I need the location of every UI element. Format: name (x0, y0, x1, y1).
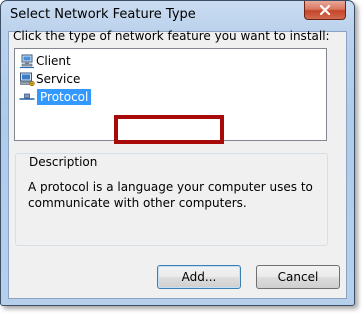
description-legend: Description (27, 155, 100, 169)
protocol-icon (19, 89, 35, 105)
service-icon (19, 71, 35, 87)
add-button[interactable]: Add... (157, 265, 241, 289)
cancel-button[interactable]: Cancel (256, 265, 340, 289)
title-bar[interactable]: Select Network Feature Type (1, 1, 354, 31)
close-icon (319, 5, 331, 15)
window-title: Select Network Feature Type (10, 7, 196, 22)
protocol-highlight-box (114, 115, 224, 144)
description-text: A protocol is a language your computer u… (28, 180, 313, 210)
list-item-protocol[interactable]: Protocol (19, 88, 92, 105)
client-icon (19, 53, 35, 69)
list-item-label: Service (36, 71, 81, 86)
list-item-label: Protocol (37, 88, 92, 105)
close-button[interactable] (304, 1, 346, 20)
list-item-label: Client (36, 53, 71, 68)
instruction-label: Click the type of network feature you wa… (13, 29, 330, 43)
list-item-service[interactable]: Service (19, 70, 80, 87)
list-item-client[interactable]: Client (19, 52, 71, 69)
